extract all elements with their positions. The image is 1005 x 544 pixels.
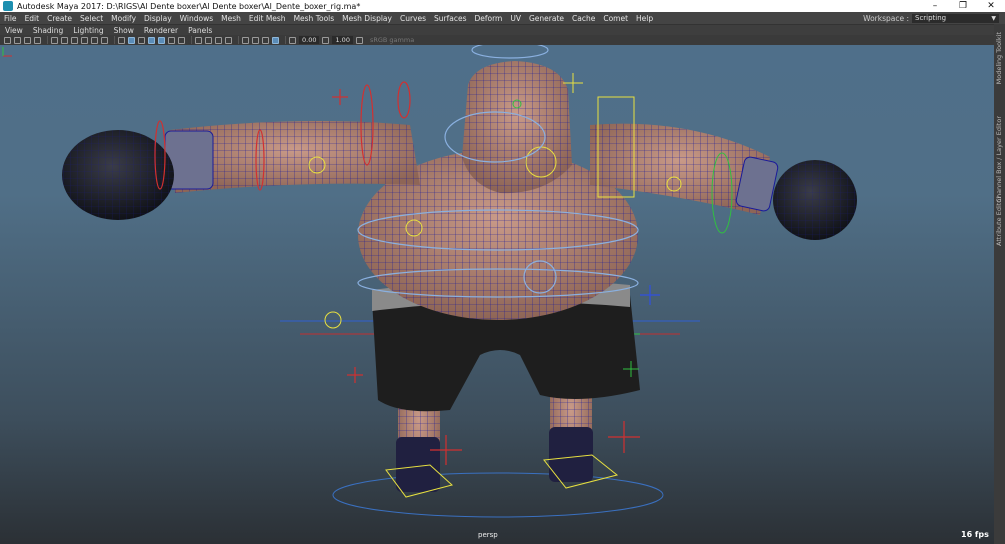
film-gate-icon[interactable] [61, 36, 68, 44]
scene-view [62, 45, 857, 518]
menu-surfaces[interactable]: Surfaces [430, 14, 470, 23]
main-menu-bar: File Edit Create Select Modify Display W… [0, 12, 1005, 24]
menu-help[interactable]: Help [632, 14, 657, 23]
tab-modeling-toolkit[interactable]: Modeling Toolkit [995, 32, 1004, 84]
menu-cache[interactable]: Cache [568, 14, 599, 23]
menu-select[interactable]: Select [76, 14, 107, 23]
toolbar-separator [47, 36, 48, 44]
gamma-field[interactable]: 1.00 [332, 36, 353, 44]
grid-icon[interactable] [51, 36, 58, 44]
workspace-selector: Workspace : Scripting ▼ [863, 13, 1005, 23]
viewport-persp[interactable]: persp 16 fps [0, 45, 994, 544]
panel-menu-renderer[interactable]: Renderer [139, 26, 183, 35]
smooth-shade-icon[interactable] [128, 36, 135, 44]
wireframe-on-shaded-icon[interactable] [148, 36, 155, 44]
axis-gizmo [2, 47, 12, 57]
toolbar-separator [114, 36, 115, 44]
bookmark-icon[interactable] [24, 36, 31, 44]
workspace-dropdown[interactable]: Scripting ▼ [912, 13, 999, 23]
gate-mask-icon[interactable] [81, 36, 88, 44]
menu-windows[interactable]: Windows [176, 14, 217, 23]
toolbar-separator [238, 36, 239, 44]
panel-toolbar: 0.00 1.00 sRGB gamma [0, 35, 1005, 45]
menu-uv[interactable]: UV [506, 14, 525, 23]
menu-comet[interactable]: Comet [599, 14, 632, 23]
camera-name-label: persp [478, 531, 498, 539]
close-button[interactable]: ✕ [977, 0, 1005, 12]
window-title: Autodesk Maya 2017: D:\RIGS\Al Dente box… [17, 1, 361, 11]
character-left-arm [164, 121, 420, 193]
color-space-dropdown[interactable]: sRGB gamma [370, 36, 440, 44]
tab-attribute-editor[interactable]: Attribute Editor [995, 196, 1004, 246]
select-camera-icon[interactable] [4, 36, 11, 44]
fps-counter: 16 fps [961, 530, 989, 539]
exposure-field[interactable]: 0.00 [299, 36, 320, 44]
workspace-value: Scripting [915, 13, 947, 22]
lights-icon[interactable] [168, 36, 175, 44]
panel-menu-view[interactable]: View [0, 26, 28, 35]
isolate-select-icon[interactable] [242, 36, 249, 44]
safe-action-icon[interactable] [101, 36, 108, 44]
wireframe-icon[interactable] [118, 36, 125, 44]
exposure-icon[interactable] [289, 36, 296, 44]
menu-mesh-tools[interactable]: Mesh Tools [290, 14, 339, 23]
textured-icon[interactable] [158, 36, 165, 44]
panel-menu-shading[interactable]: Shading [28, 26, 68, 35]
panel-menu-lighting[interactable]: Lighting [68, 26, 108, 35]
toolbar-separator [285, 36, 286, 44]
resolution-gate-icon[interactable] [71, 36, 78, 44]
ambient-occlusion-icon[interactable] [195, 36, 202, 44]
panel-menu-panels[interactable]: Panels [183, 26, 217, 35]
field-chart-icon[interactable] [91, 36, 98, 44]
maximize-button[interactable]: ❐ [949, 0, 977, 12]
menu-deform[interactable]: Deform [470, 14, 506, 23]
menu-modify[interactable]: Modify [107, 14, 140, 23]
xray-active-components-icon[interactable] [272, 36, 279, 44]
xray-joints-icon[interactable] [262, 36, 269, 44]
left-boxing-glove [62, 130, 174, 220]
motion-blur-icon[interactable] [205, 36, 212, 44]
color-management-icon[interactable] [355, 36, 363, 44]
character-head [462, 61, 572, 194]
xray-icon[interactable] [252, 36, 259, 44]
depth-of-field-icon[interactable] [225, 36, 232, 44]
right-boxing-glove [773, 160, 857, 240]
workspace-label: Workspace : [863, 13, 909, 23]
tab-channel-box[interactable]: Channel Box / Layer Editor [995, 116, 1004, 203]
anti-aliasing-icon[interactable] [215, 36, 222, 44]
image-plane-icon[interactable] [34, 36, 41, 44]
gamma-icon[interactable] [322, 36, 330, 44]
title-bar: Autodesk Maya 2017: D:\RIGS\Al Dente box… [0, 0, 1005, 12]
window-controls: – ❐ ✕ [921, 0, 1005, 12]
menu-display[interactable]: Display [140, 14, 176, 23]
chevron-down-icon: ▼ [991, 14, 996, 22]
toolbar-separator [191, 36, 192, 44]
menu-edit[interactable]: Edit [21, 14, 44, 23]
menu-curves[interactable]: Curves [396, 14, 430, 23]
right-sidebar: Modeling Toolkit Channel Box / Layer Edi… [994, 24, 1005, 544]
minimize-button[interactable]: – [921, 0, 949, 12]
default-material-icon[interactable] [138, 36, 145, 44]
menu-create[interactable]: Create [43, 14, 76, 23]
maya-app-icon [3, 1, 13, 11]
shadows-icon[interactable] [178, 36, 185, 44]
panel-menu-show[interactable]: Show [109, 26, 139, 35]
menu-mesh-display[interactable]: Mesh Display [338, 14, 396, 23]
menu-generate[interactable]: Generate [525, 14, 568, 23]
ground-circle-control[interactable] [332, 472, 664, 518]
menu-edit-mesh[interactable]: Edit Mesh [245, 14, 290, 23]
camera-attributes-icon[interactable] [14, 36, 21, 44]
menu-mesh[interactable]: Mesh [217, 14, 245, 23]
menu-file[interactable]: File [0, 14, 21, 23]
